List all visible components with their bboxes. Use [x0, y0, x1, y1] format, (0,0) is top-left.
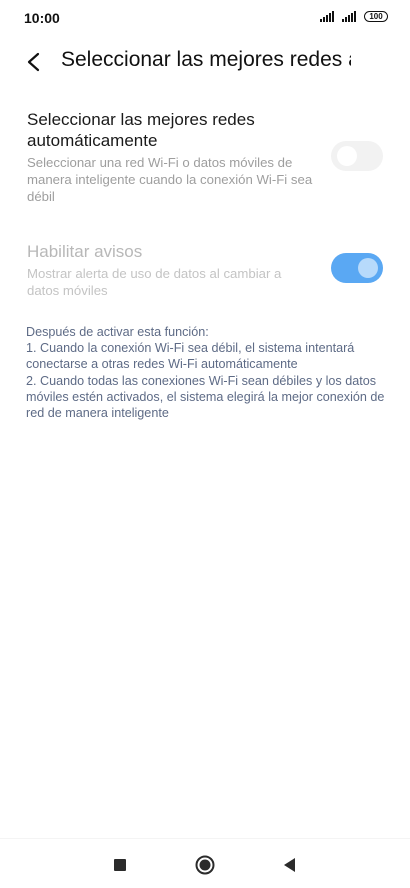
- header: Seleccionar las mejores redes a: [0, 40, 410, 84]
- setting-title: Seleccionar las mejores redes automática…: [27, 110, 255, 150]
- status-bar: 10:00 100: [0, 0, 410, 36]
- battery-icon: 100: [364, 11, 388, 22]
- note-item: 1. Cuando la conexión Wi-Fi sea débil, e…: [26, 341, 355, 372]
- back-triangle-icon[interactable]: [278, 853, 302, 877]
- status-time: 10:00: [24, 10, 60, 26]
- home-circle-icon[interactable]: [193, 853, 217, 877]
- note-heading: Después de activar esta función:: [26, 325, 209, 339]
- note-item: 2. Cuando todas las conexiones Wi-Fi sea…: [26, 373, 385, 421]
- setting-description: Seleccionar una red Wi-Fi o datos móvile…: [27, 155, 313, 204]
- status-icons: 100: [320, 11, 388, 22]
- signal-icon: [342, 11, 356, 22]
- signal-icon: [320, 11, 334, 22]
- navigation-bar: [0, 838, 410, 888]
- auto-select-toggle[interactable]: [331, 141, 383, 171]
- alerts-toggle: [331, 253, 383, 283]
- back-arrow-icon[interactable]: [18, 46, 50, 78]
- screen: 10:00 100 Seleccionar las mejores redes …: [0, 0, 410, 888]
- page-title: Seleccionar las mejores redes a: [61, 48, 351, 71]
- info-note: Después de activar esta función: 1. Cuan…: [26, 324, 388, 421]
- toggle-knob: [337, 146, 357, 166]
- setting-description: Mostrar alerta de uso de datos al cambia…: [27, 266, 282, 298]
- recents-square-icon[interactable]: [108, 853, 132, 877]
- toggle-knob: [358, 258, 378, 278]
- setting-auto-select-network[interactable]: Seleccionar las mejores redes automática…: [27, 109, 383, 205]
- setting-title: Habilitar avisos: [27, 242, 143, 261]
- setting-enable-alerts: Habilitar avisos Mostrar alerta de uso d…: [27, 241, 383, 299]
